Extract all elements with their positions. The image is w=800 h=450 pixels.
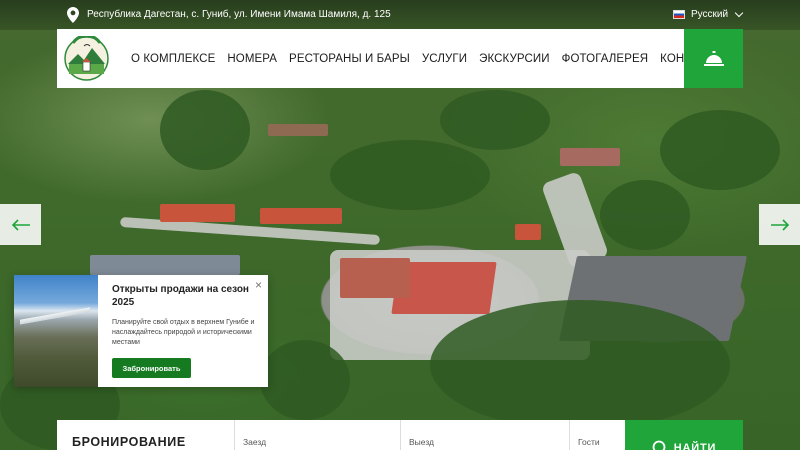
slider-prev-button[interactable]	[0, 204, 41, 245]
promo-mountain-image	[14, 275, 98, 387]
promo-title: Открыты продажи на сезон 2025	[112, 284, 249, 308]
guests-label: Гости	[578, 437, 600, 447]
russia-flag-icon	[673, 10, 685, 19]
nav-item-services[interactable]: УСЛУГИ	[422, 53, 467, 65]
address-text: Республика Дагестан, с. Гуниб, ул. Имени…	[87, 9, 391, 20]
chevron-down-icon	[734, 8, 744, 18]
promo-text: Планируйте свой отдых в верхнем Гунибе и…	[112, 319, 255, 346]
location-pin-icon	[67, 7, 79, 23]
search-label: НАЙТИ	[673, 442, 717, 450]
nav-item-gallery[interactable]: ФОТОГАЛЕРЕЯ	[562, 53, 649, 65]
checkin-label: Заезд	[243, 437, 267, 447]
arrow-right-icon	[770, 218, 789, 231]
nav-item-excursions[interactable]: ЭКСКУРСИИ	[479, 53, 550, 65]
guests-field[interactable]: Гости	[569, 420, 626, 450]
language-selector[interactable]: Русский	[673, 8, 744, 20]
main-navigation: О КОМПЛЕКСЕ НОМЕРА РЕСТОРАНЫ И БАРЫ УСЛУ…	[57, 29, 743, 88]
reception-bell-button[interactable]	[684, 29, 743, 88]
booking-title: БРОНИРОВАНИЕ	[72, 435, 186, 449]
book-now-button[interactable]: Забронировать	[112, 358, 191, 378]
slider-next-button[interactable]	[759, 204, 800, 245]
reception-bell-icon	[703, 50, 724, 66]
booking-bar: БРОНИРОВАНИЕ Заезд Выезд Гости НАЙТИ	[57, 420, 743, 450]
nav-item-rooms[interactable]: НОМЕРА	[227, 53, 277, 65]
search-button[interactable]: НАЙТИ	[625, 420, 743, 450]
arrow-left-icon	[11, 218, 30, 231]
season-promo-popup: × Открыты продажи на сезон 2025 Планируй…	[14, 275, 268, 387]
resort-logo-icon[interactable]	[64, 36, 109, 81]
checkout-label: Выезд	[409, 437, 434, 447]
top-info-bar: Республика Дагестан, с. Гуниб, ул. Имени…	[0, 0, 800, 30]
nav-item-about[interactable]: О КОМПЛЕКСЕ	[131, 53, 215, 65]
language-label: Русский	[691, 9, 729, 20]
nav-menu: О КОМПЛЕКСЕ НОМЕРА РЕСТОРАНЫ И БАРЫ УСЛУ…	[131, 29, 723, 88]
checkin-field[interactable]: Заезд	[234, 420, 407, 450]
search-icon	[652, 440, 666, 450]
checkout-field[interactable]: Выезд	[400, 420, 570, 450]
nav-item-restaurants[interactable]: РЕСТОРАНЫ И БАРЫ	[289, 53, 410, 65]
